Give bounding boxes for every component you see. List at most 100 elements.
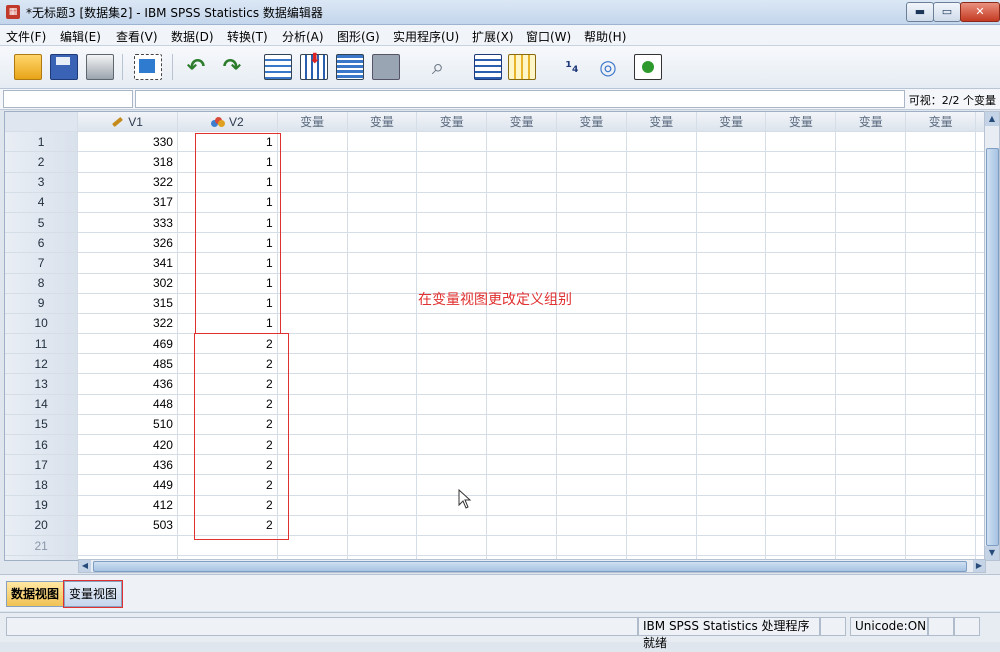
empty-cell[interactable] [556,373,627,395]
row-number[interactable]: 4 [5,192,79,213]
row-number[interactable]: 10 [5,313,79,335]
row-number[interactable]: 9 [5,293,79,314]
cell-v2[interactable]: 2 [177,394,278,415]
empty-cell[interactable] [696,515,767,536]
empty-cell[interactable] [486,192,557,213]
column-header-var[interactable]: 变量 [347,112,418,133]
empty-cell[interactable] [835,495,907,516]
cell-v2[interactable]: 2 [177,373,278,395]
empty-cell[interactable] [416,474,488,496]
empty-cell[interactable] [347,454,418,476]
empty-cell[interactable] [416,495,488,516]
vertical-scrollbar[interactable]: ▲ ▼ [984,111,1000,561]
empty-cell[interactable] [556,474,627,496]
empty-cell[interactable] [765,151,837,173]
cell-v1[interactable]: 333 [77,212,178,234]
empty-cell[interactable] [696,293,767,314]
empty-cell[interactable] [905,515,976,536]
empty-cell[interactable] [765,454,837,476]
row-number[interactable]: 13 [5,373,79,395]
empty-cell[interactable] [277,434,348,456]
empty-cell[interactable] [626,131,697,153]
empty-cell[interactable] [765,474,837,496]
row-number[interactable]: 5 [5,212,79,234]
empty-cell[interactable] [765,495,837,516]
empty-cell[interactable] [835,454,907,476]
empty-cell[interactable] [765,252,837,274]
scroll-left-arrow-icon[interactable]: ◀ [79,560,91,572]
empty-cell[interactable] [626,333,697,355]
empty-cell[interactable] [765,434,837,456]
row-number[interactable]: 15 [5,414,79,436]
grid-corner[interactable] [5,112,79,133]
cell-v2[interactable]: 1 [177,131,278,153]
empty-cell[interactable] [347,273,418,294]
empty-cell[interactable] [905,232,976,254]
column-header-var[interactable]: 变量 [905,112,976,133]
empty-cell[interactable] [696,172,767,193]
empty-cell[interactable] [835,474,907,496]
cell-value-field[interactable] [135,90,905,108]
empty-cell[interactable] [835,252,907,274]
empty-cell[interactable] [905,353,976,375]
cell-v2[interactable]: 2 [177,454,278,476]
empty-cell[interactable] [556,353,627,375]
empty-cell[interactable] [905,535,976,557]
cell-v2[interactable]: 2 [177,414,278,436]
empty-cell[interactable] [486,373,557,395]
empty-cell[interactable] [626,474,697,496]
scroll-right-arrow-icon[interactable]: ▶ [973,560,985,572]
empty-cell[interactable] [696,454,767,476]
cell-v1[interactable]: 469 [77,333,178,355]
empty-cell[interactable] [347,414,418,436]
cell-v1[interactable]: 485 [77,353,178,375]
empty-cell[interactable] [835,192,907,213]
empty-cell[interactable] [486,333,557,355]
empty-cell[interactable] [905,373,976,395]
cell-v2[interactable]: 2 [177,333,278,355]
tab-variable-view[interactable]: 变量视图 [62,580,124,608]
empty-cell[interactable] [835,373,907,395]
empty-cell[interactable] [277,313,348,335]
empty-cell[interactable] [486,515,557,536]
empty-cell[interactable] [696,333,767,355]
goto-variable-icon[interactable]: ⬇ [298,51,330,82]
menu-graphs[interactable]: 图形(G) [337,28,380,45]
empty-cell[interactable] [765,293,837,314]
row-number[interactable]: 18 [5,474,79,496]
empty-cell[interactable] [626,192,697,213]
empty-cell[interactable] [835,414,907,436]
empty-cell[interactable] [765,192,837,213]
scroll-up-arrow-icon[interactable]: ▲ [985,112,999,126]
cell-v2[interactable]: 1 [177,212,278,234]
empty-cell[interactable] [696,535,767,557]
empty-cell[interactable] [416,192,488,213]
empty-cell[interactable] [626,414,697,436]
empty-cell[interactable] [835,394,907,415]
empty-cell[interactable] [626,515,697,536]
menu-transform[interactable]: 转换(T) [227,28,268,45]
empty-cell[interactable] [696,252,767,274]
empty-cell[interactable] [416,394,488,415]
empty-cell[interactable] [905,212,976,234]
empty-cell[interactable] [835,313,907,335]
row-number[interactable]: 7 [5,252,79,274]
redo-icon[interactable]: ↷ [216,52,248,82]
row-number[interactable]: 11 [5,333,79,355]
empty-cell[interactable] [905,333,976,355]
cell-v1[interactable]: 449 [77,474,178,496]
empty-cell[interactable] [347,495,418,516]
empty-cell[interactable] [347,394,418,415]
empty-cell[interactable] [347,535,418,557]
column-header-v2[interactable]: V2 [177,112,278,133]
empty-cell[interactable] [416,353,488,375]
empty-cell[interactable] [277,394,348,415]
menu-data[interactable]: 数据(D) [171,28,214,45]
cell-v2[interactable]: 1 [177,192,278,213]
empty-cell[interactable] [905,414,976,436]
row-number[interactable]: 3 [5,172,79,193]
empty-cell[interactable] [486,151,557,173]
empty-cell[interactable] [486,252,557,274]
cell-v1[interactable]: 341 [77,252,178,274]
cell-v1[interactable]: 510 [77,414,178,436]
